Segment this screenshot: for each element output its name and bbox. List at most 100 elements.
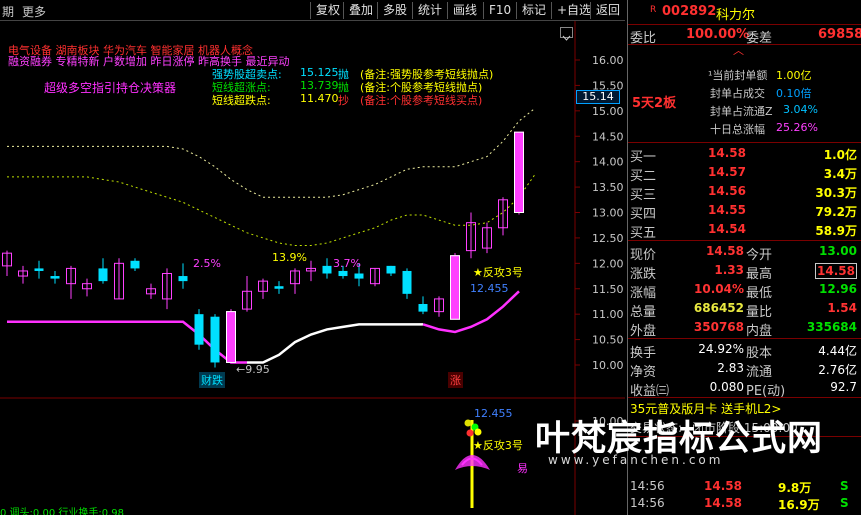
toolbar: 期 更多 复权 叠加 多股 统计 画线 F10 标记 +自选 返回: [0, 0, 625, 21]
strategy-title: 超级多空指引持仓决策器: [44, 81, 177, 95]
quote-label: 量比: [746, 305, 773, 320]
collapse-arrow-icon[interactable]: ︿: [733, 42, 744, 58]
bid-price: 14.54: [708, 222, 746, 236]
signal-value: 13.739: [300, 79, 339, 92]
candle-body: [322, 265, 332, 274]
quote-label: 内盘: [746, 324, 773, 339]
collapse-icon[interactable]: [560, 27, 573, 41]
y-tick-label: 11.00: [592, 308, 624, 321]
quote-label: 最高: [746, 267, 773, 282]
menu-more[interactable]: 更多: [22, 3, 46, 20]
quote-label: 涨跌: [630, 267, 657, 282]
candle-body: [34, 268, 44, 271]
y-tick-label: 15.00: [592, 105, 624, 118]
stats-button[interactable]: 统计: [412, 2, 447, 19]
limit-up-candle: [226, 311, 236, 363]
lower-price-label: 12.455: [474, 407, 513, 420]
bid-price: 14.57: [708, 165, 746, 179]
seal-row-value: 1.00亿: [776, 69, 812, 82]
candle-body: [418, 304, 428, 312]
tick-price: 14.58: [704, 496, 742, 510]
quote-value: 14.58: [706, 244, 744, 258]
quote-label: 今开: [746, 248, 773, 263]
candle-body: [210, 316, 220, 363]
y-tick-label: 12.00: [592, 257, 624, 270]
y-tick-label: 11.50: [592, 283, 624, 296]
middle-band-line: [7, 174, 536, 246]
quote-label: 现价: [630, 248, 657, 263]
weibi-value: 100.00%: [686, 27, 750, 42]
seal-row-label: 十日总涨幅: [710, 123, 765, 136]
fund-value: 0.080: [709, 380, 744, 394]
candle-body: [354, 273, 364, 279]
adjust-button[interactable]: 复权: [310, 2, 345, 19]
bid-volume: 1.0亿: [823, 148, 857, 162]
signal-dot: [466, 429, 474, 437]
quote-value: 1.54: [827, 301, 857, 315]
quote-label: 最低: [746, 286, 773, 301]
seal-row-value: 0.10倍: [776, 87, 812, 100]
y-tick-label: 14.50: [592, 130, 624, 143]
tick-flag: S: [840, 496, 849, 510]
bid-price: 14.55: [708, 203, 746, 217]
bid-volume: 3.4万: [823, 167, 857, 181]
candle-body: [402, 270, 412, 294]
tick-flag: S: [840, 479, 849, 493]
fund-value: 24.92%: [698, 342, 744, 356]
mark-button[interactable]: 标记: [516, 2, 551, 19]
upper-band-line: [7, 107, 536, 198]
seal-row-label: 封单占流通Z: [710, 105, 773, 118]
signal-dot: [464, 419, 472, 427]
back-button[interactable]: 返回: [590, 2, 625, 19]
candle-body: [194, 314, 204, 345]
fund-value: 2.76亿: [818, 363, 857, 377]
bid-label: 买四: [630, 207, 657, 222]
candle-body: [274, 286, 284, 289]
y-tick-label: 13.00: [592, 207, 624, 220]
quote-value: 14.58: [815, 263, 857, 279]
quote-value: 13.00: [819, 244, 857, 258]
candle-body: [338, 270, 348, 277]
quote-label: 外盘: [630, 324, 657, 339]
streak-badge: 5天2板: [632, 96, 677, 111]
overlay-button[interactable]: 叠加: [343, 2, 378, 19]
stock-name: 科力尔: [716, 8, 756, 23]
event-marker-caiyi: 财跌: [199, 372, 225, 388]
quote-value: 10.04%: [694, 282, 744, 296]
y-tick-label: 14.00: [592, 156, 624, 169]
bid-label: 买五: [630, 226, 657, 241]
fund-label: 净资: [630, 365, 657, 380]
fund-label: 流通: [746, 365, 773, 380]
f10-button[interactable]: F10: [483, 2, 516, 19]
limit-up-candle: [450, 255, 460, 320]
menu-period[interactable]: 期: [2, 3, 14, 20]
bid-price: 14.58: [708, 146, 746, 160]
seal-row-value: 3.04%: [783, 103, 818, 116]
watermark-url: www.yefanchen.com: [548, 453, 724, 467]
lower-rebound-label: ★反攻3号: [473, 439, 523, 452]
signal-label: 短线超跌点:: [212, 94, 271, 107]
current-price-tag: 15.14: [576, 90, 620, 104]
bottom-indicator-text: 0 调头:0.00 行业换手:0.98: [0, 508, 124, 515]
y-tick-label: 10.50: [592, 334, 624, 347]
y-tick-label: 10.00: [592, 359, 624, 372]
quote-label: 涨幅: [630, 286, 657, 301]
draw-line-button[interactable]: 画线: [447, 2, 482, 19]
weicha-value: 69858: [818, 27, 861, 42]
low-price-label: ←9.95: [236, 363, 270, 376]
multi-stock-button[interactable]: 多股: [377, 2, 412, 19]
tick-price: 14.58: [704, 479, 742, 493]
pct-annotation: 2.5%: [193, 257, 221, 270]
seal-row-label: ¹当前封单额: [708, 69, 768, 82]
bid-label: 买一: [630, 150, 657, 165]
quote-value: 1.33: [714, 263, 744, 277]
r-badge: R: [650, 5, 657, 15]
support-line-white: [247, 323, 423, 364]
bid-volume: 30.3万: [815, 186, 857, 200]
signal-dot: [474, 428, 482, 436]
lower-tail-label: 易: [517, 462, 528, 475]
pct-annotation: 3.7%: [333, 257, 361, 270]
candle-body: [178, 276, 188, 282]
bid-label: 买二: [630, 169, 657, 184]
tick-time: 14:56: [630, 496, 665, 510]
